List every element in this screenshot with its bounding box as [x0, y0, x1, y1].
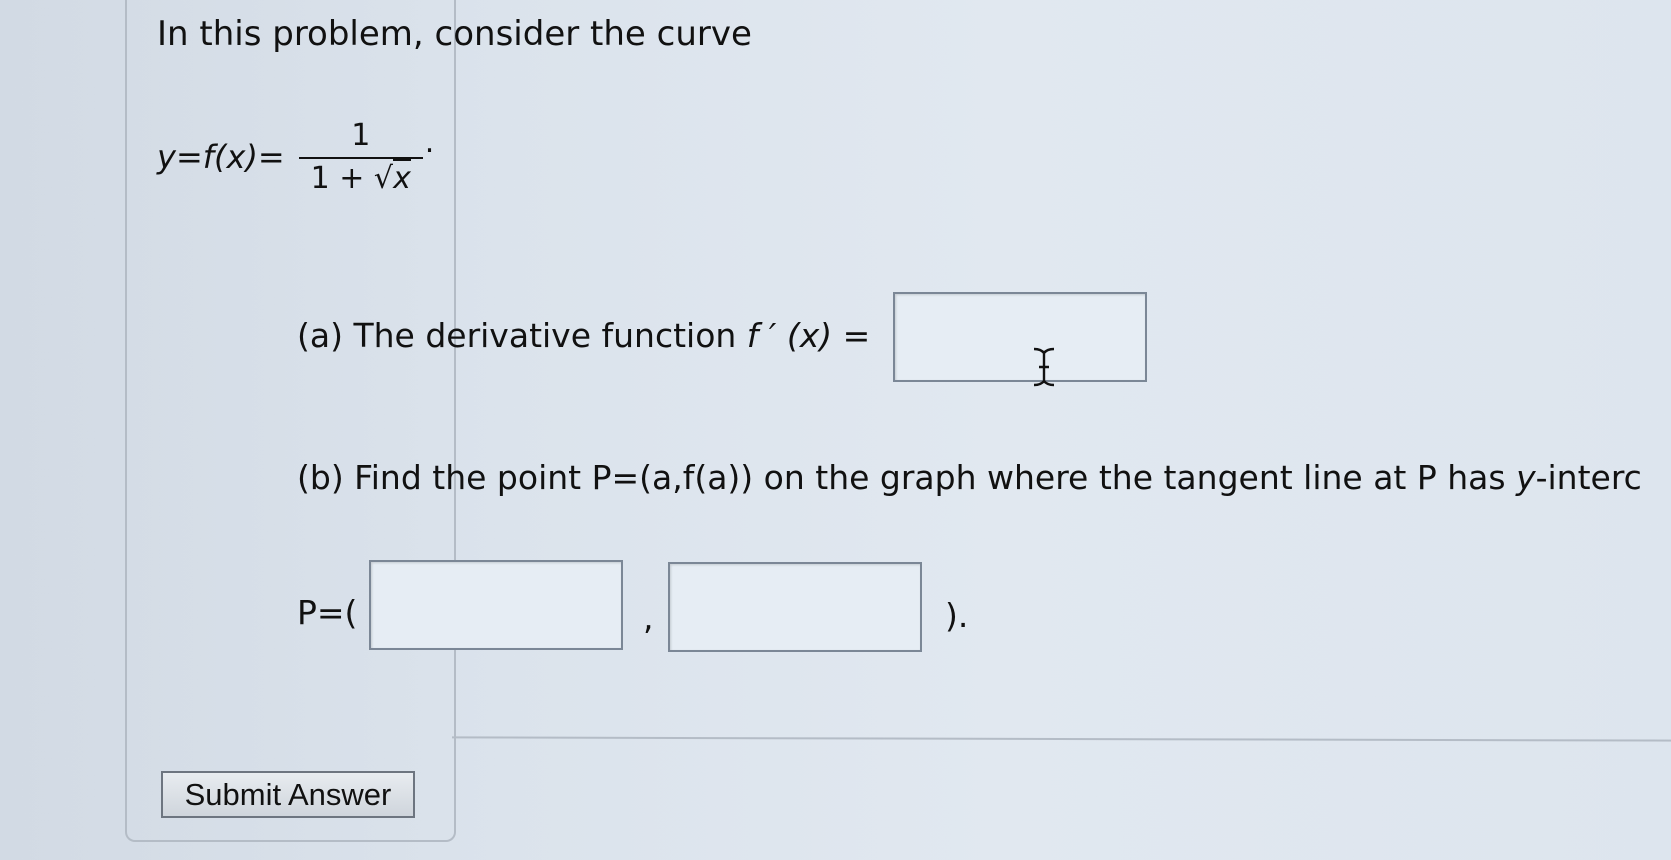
part-a-label: (a) The derivative function f ′ (x) =: [297, 316, 870, 355]
part-b-label: (b) Find the point P=(a,f(a)) on the gra…: [297, 458, 1642, 497]
point-x-input[interactable]: [369, 560, 623, 650]
text-cursor-icon: [1033, 347, 1055, 387]
curve-formula: y=f(x)= 1 1 + √x .: [157, 118, 434, 196]
point-comma: ,: [643, 598, 654, 637]
problem-intro: In this problem, consider the curve: [157, 14, 752, 54]
formula-fraction: 1 1 + √x: [298, 118, 423, 196]
submit-answer-button[interactable]: Submit Answer: [161, 771, 415, 818]
part-a-prefix: (a) The derivative function: [297, 316, 747, 355]
part-b-suffix: -interc: [1535, 458, 1642, 497]
part-a-suffix: =: [832, 316, 871, 355]
denominator-prefix: 1 + √: [310, 161, 394, 196]
divider: [451, 736, 1671, 742]
point-close: ).: [945, 596, 969, 635]
formula-numerator: 1: [351, 118, 371, 153]
part-b-var: y: [1516, 458, 1536, 497]
formula-period: .: [424, 125, 435, 160]
derivative-answer-input[interactable]: [893, 292, 1147, 382]
point-y-input[interactable]: [668, 562, 922, 652]
formula-denominator: 1 + √x: [311, 159, 411, 196]
part-b-prefix: (b) Find the point P=(a,f(a)) on the gra…: [297, 458, 1517, 497]
formula-lhs: y=f(x)=: [157, 138, 285, 176]
denominator-var: x: [393, 159, 411, 196]
part-a-fx: f ′ (x): [746, 316, 833, 355]
point-label: P=(: [297, 593, 358, 632]
